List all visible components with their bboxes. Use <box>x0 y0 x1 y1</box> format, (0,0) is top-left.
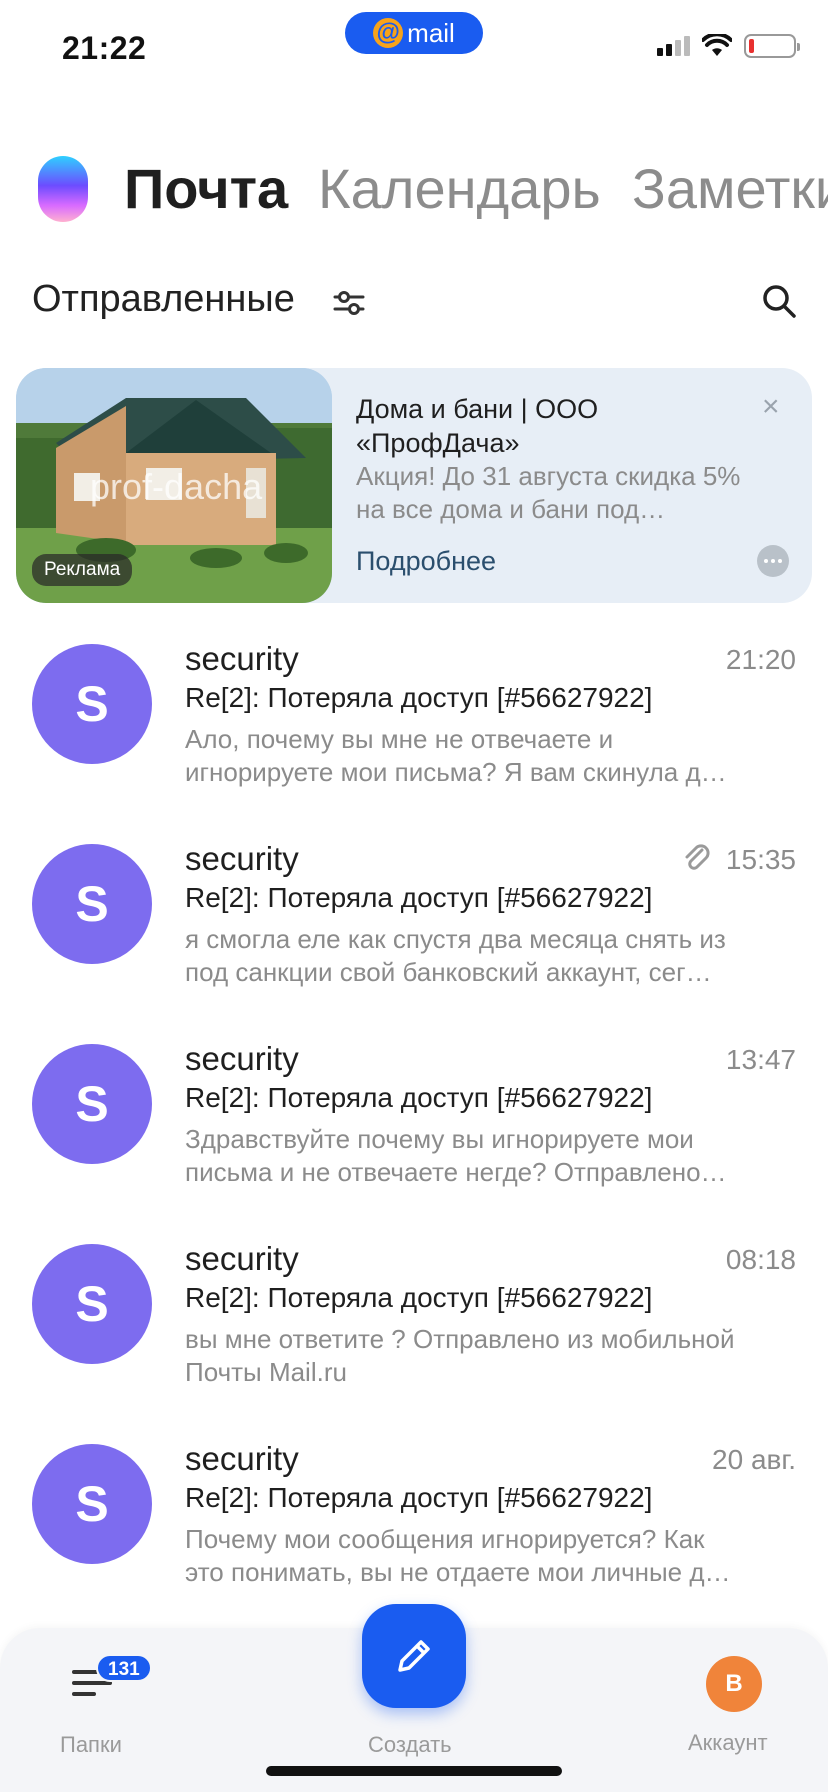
message-preview: Ало, почему вы мне не отвечаете и игнори… <box>185 723 797 789</box>
mail-app-pill[interactable]: @ mail <box>345 12 483 54</box>
folder-title[interactable]: Отправленные <box>32 278 295 321</box>
sender-avatar: S <box>32 844 152 964</box>
sender-name: security <box>185 1440 299 1477</box>
close-icon[interactable]: × <box>762 392 780 422</box>
tab-notes[interactable]: Заметки <box>632 156 828 221</box>
ad-image[interactable]: prof-dacha Реклама <box>16 368 332 603</box>
folders-button[interactable]: 131 Папки <box>20 1628 170 1768</box>
message-row[interactable]: S security 08:18 Re[2]: Потеряла доступ … <box>0 1220 828 1420</box>
battery-icon <box>744 34 800 58</box>
message-preview-line: под санкции свой банковский аккаунт, сег… <box>185 957 712 987</box>
attachment-icon <box>685 844 710 870</box>
message-preview-line: я смогла еле как спустя два месяца снять… <box>185 924 726 954</box>
message-preview: вы мне ответите ? Отправлено из мобильно… <box>185 1323 797 1389</box>
status-bar: 21:22 @ mail <box>0 0 828 100</box>
message-subject: Re[2]: Потеряла доступ [#56627922] <box>185 1482 653 1513</box>
app-logo-icon[interactable] <box>38 156 88 222</box>
message-preview: Здравствуйте почему вы игнорируете мои п… <box>185 1123 797 1189</box>
app-tabs: Почта Календарь Заметки <box>0 140 828 240</box>
more-options-icon[interactable] <box>757 545 789 577</box>
ad-more-link[interactable]: Подробнее <box>356 546 496 577</box>
tab-mail[interactable]: Почта <box>124 156 288 221</box>
message-preview-line: Почты Mail.ru <box>185 1357 347 1387</box>
message-time: 20 авг. <box>712 1444 796 1475</box>
mail-pill-label: mail <box>407 17 455 48</box>
ad-text[interactable]: Акция! До 31 августа скидка 5% на все до… <box>356 460 776 526</box>
tab-calendar[interactable]: Календарь <box>318 156 601 221</box>
account-label[interactable]: Аккаунт <box>688 1730 768 1756</box>
message-preview-line: игнорируете мои письма? Я вам скинула д… <box>185 757 727 787</box>
sender-avatar: S <box>32 644 152 764</box>
search-icon[interactable] <box>760 282 798 320</box>
ad-title[interactable]: Дома и бани | ООО «ПрофДача» <box>356 392 756 460</box>
message-preview: я смогла еле как спустя два месяца снять… <box>185 923 797 989</box>
sender-name: security <box>185 640 299 677</box>
message-row[interactable]: S security 21:20 Re[2]: Потеряла доступ … <box>0 620 828 820</box>
sender-avatar: S <box>32 1044 152 1164</box>
message-row[interactable]: S security 20 авг. Re[2]: Потеряла досту… <box>0 1420 828 1620</box>
message-preview: Почему мои сообщения игнорируется? Как э… <box>185 1523 797 1589</box>
message-subject: Re[2]: Потеряла доступ [#56627922] <box>185 682 653 713</box>
ad-badge: Реклама <box>32 554 133 586</box>
message-subject: Re[2]: Потеряла доступ [#56627922] <box>185 1282 653 1313</box>
message-time: 21:20 <box>725 644 796 675</box>
sender-name: security <box>185 1040 299 1077</box>
account-avatar[interactable]: В <box>706 1656 762 1712</box>
compose-button[interactable] <box>362 1604 466 1708</box>
message-preview-line: Ало, почему вы мне не отвечаете и <box>185 724 614 754</box>
unread-badge: 131 <box>96 1654 152 1682</box>
sender-avatar: S <box>32 1444 152 1564</box>
wifi-icon <box>702 34 732 56</box>
message-preview-line: Здравствуйте почему вы игнорируете мои <box>185 1124 694 1154</box>
message-time: 13:47 <box>725 1044 796 1075</box>
message-time: 15:35 <box>725 844 796 875</box>
sender-avatar: S <box>32 1244 152 1364</box>
message-list: S security 21:20 Re[2]: Потеряла доступ … <box>0 620 828 1620</box>
at-icon: @ <box>373 18 404 48</box>
message-time: 08:18 <box>725 1244 796 1275</box>
home-indicator[interactable] <box>266 1766 562 1776</box>
ad-watermark: prof-dacha <box>90 466 263 507</box>
folder-bar: Отправленные <box>0 270 828 330</box>
compose-label[interactable]: Создать <box>368 1732 452 1758</box>
folders-label: Папки <box>60 1732 122 1757</box>
sender-name: security <box>185 1240 299 1277</box>
message-preview-line: вы мне ответите ? Отправлено из мобильно… <box>185 1324 735 1354</box>
message-preview-line: Почему мои сообщения игнорируется? Как <box>185 1524 705 1554</box>
cellular-signal-icon <box>657 36 690 56</box>
message-row[interactable]: S security 15:35 Re[2]: Потеряла доступ … <box>0 820 828 1020</box>
message-subject: Re[2]: Потеряла доступ [#56627922] <box>185 1082 653 1113</box>
message-preview-line: это понимать, вы не отдаете мои личные д… <box>185 1557 731 1587</box>
message-subject: Re[2]: Потеряла доступ [#56627922] <box>185 882 653 913</box>
message-row[interactable]: S security 13:47 Re[2]: Потеряла доступ … <box>0 1020 828 1220</box>
sender-name: security <box>185 840 299 877</box>
status-time: 21:22 <box>62 30 147 66</box>
pencil-icon <box>398 1640 430 1672</box>
filter-icon[interactable] <box>332 288 366 318</box>
ad-card[interactable]: prof-dacha Реклама Дома и бани | ООО «Пр… <box>16 368 812 603</box>
message-preview-line: письма и не отвечаете негде? Отправлено… <box>185 1157 727 1187</box>
status-icons <box>657 34 800 58</box>
